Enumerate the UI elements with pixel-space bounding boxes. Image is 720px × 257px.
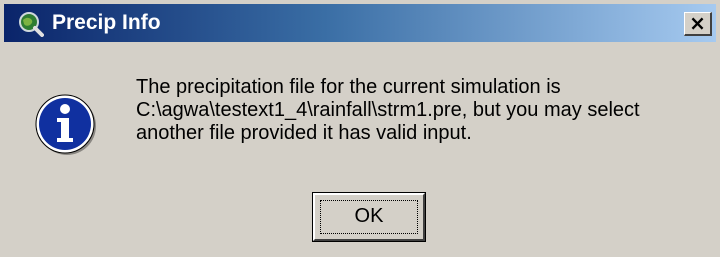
close-button[interactable]: ×: [684, 12, 712, 36]
close-icon: ×: [689, 11, 706, 35]
ok-button[interactable]: OK: [312, 192, 426, 242]
globe-magnifier-icon: [19, 12, 44, 37]
ok-button-label: OK: [354, 205, 384, 227]
title-bar[interactable]: Precip Info ×: [4, 4, 716, 42]
message-text: The precipitation file for the current s…: [136, 76, 696, 145]
message-line: another file provided it has valid input…: [136, 122, 472, 144]
info-icon: [35, 94, 96, 155]
precip-info-dialog: Precip Info × The precipitation file for…: [0, 0, 720, 257]
message-line: The precipitation file for the current s…: [136, 76, 561, 98]
window-title: Precip Info: [52, 11, 161, 34]
message-line: C:\agwa\testext1_4\rainfall\strm1.pre, b…: [136, 99, 640, 121]
